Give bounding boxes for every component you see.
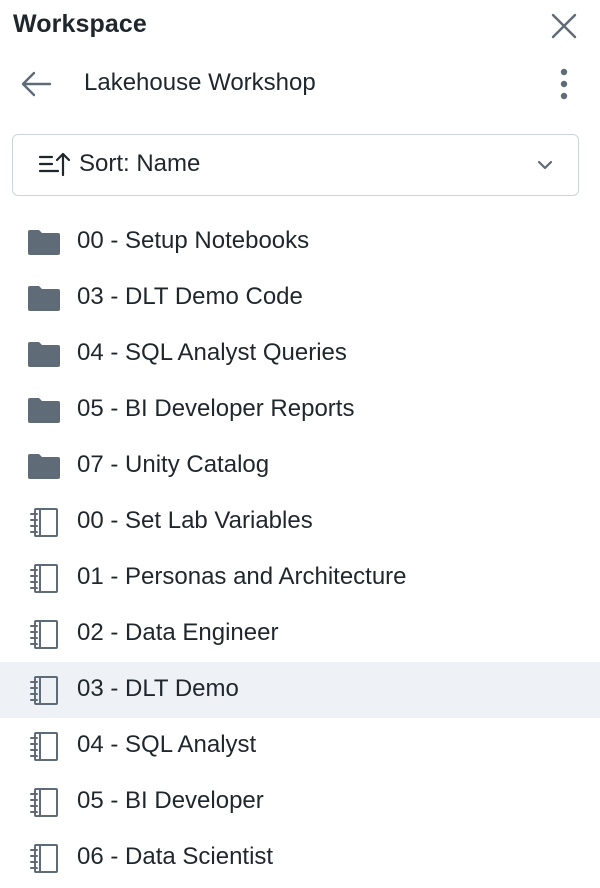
notebook-icon <box>30 676 58 705</box>
item-label: 01 - Personas and Architecture <box>77 563 407 590</box>
notebook-list-item[interactable]: 04 - SQL Analyst <box>0 718 600 774</box>
current-folder-title: Lakehouse Workshop <box>84 69 316 96</box>
close-button[interactable] <box>546 8 582 44</box>
folder-nav: Lakehouse Workshop <box>0 60 600 108</box>
notebook-list-item[interactable]: 05 - BI Developer <box>0 774 600 830</box>
folder-icon <box>28 398 60 423</box>
notebook-icon <box>30 844 58 873</box>
item-label: 05 - BI Developer <box>77 787 264 814</box>
more-options-button[interactable] <box>546 64 582 104</box>
arrow-left-icon <box>21 71 52 97</box>
folder-list-item[interactable]: 00 - Setup Notebooks <box>0 214 600 270</box>
folder-list-item[interactable]: 05 - BI Developer Reports <box>0 382 600 438</box>
sort-ascending-icon <box>38 152 71 177</box>
notebook-icon <box>30 788 58 817</box>
panel-title: Workspace <box>13 10 147 38</box>
item-label: 06 - Data Scientist <box>77 843 274 870</box>
notebook-list-item[interactable]: 03 - DLT Demo <box>0 662 600 718</box>
workspace-panel: Workspace Lakehouse Workshop Sort: Name <box>0 0 600 888</box>
notebook-list-item[interactable]: 02 - Data Engineer <box>0 606 600 662</box>
chevron-down-icon <box>537 160 553 170</box>
notebook-list-item[interactable]: 06 - Data Scientist <box>0 830 600 886</box>
notebook-list-item[interactable]: 01 - Personas and Architecture <box>0 550 600 606</box>
item-label: 03 - DLT Demo Code <box>77 283 303 310</box>
notebook-icon <box>30 620 58 649</box>
close-icon <box>551 13 577 39</box>
sort-label: Sort: Name <box>79 150 201 177</box>
item-label: 04 - SQL Analyst Queries <box>77 339 347 366</box>
folder-list-item[interactable]: 07 - Unity Catalog <box>0 438 600 494</box>
folder-icon <box>28 454 60 479</box>
folder-list-item[interactable]: 03 - DLT Demo Code <box>0 270 600 326</box>
sort-dropdown[interactable]: Sort: Name <box>12 134 579 196</box>
notebook-icon <box>30 564 58 593</box>
kebab-menu-icon <box>560 68 568 100</box>
folder-list-item[interactable]: 04 - SQL Analyst Queries <box>0 326 600 382</box>
folder-icon <box>28 230 60 255</box>
item-label: 04 - SQL Analyst <box>77 731 257 758</box>
workspace-item-list: 00 - Setup Notebooks 03 - DLT Demo Code … <box>0 214 600 886</box>
item-label: 00 - Set Lab Variables <box>77 507 313 534</box>
notebook-list-item[interactable]: 00 - Set Lab Variables <box>0 494 600 550</box>
item-label: 02 - Data Engineer <box>77 619 279 646</box>
item-label: 00 - Setup Notebooks <box>77 227 310 254</box>
item-label: 07 - Unity Catalog <box>77 451 270 478</box>
folder-icon <box>28 286 60 311</box>
item-label: 05 - BI Developer Reports <box>77 395 355 422</box>
notebook-icon <box>30 508 58 537</box>
folder-icon <box>28 342 60 367</box>
notebook-icon <box>30 732 58 761</box>
back-button[interactable] <box>16 64 56 104</box>
item-label: 03 - DLT Demo <box>77 675 239 702</box>
